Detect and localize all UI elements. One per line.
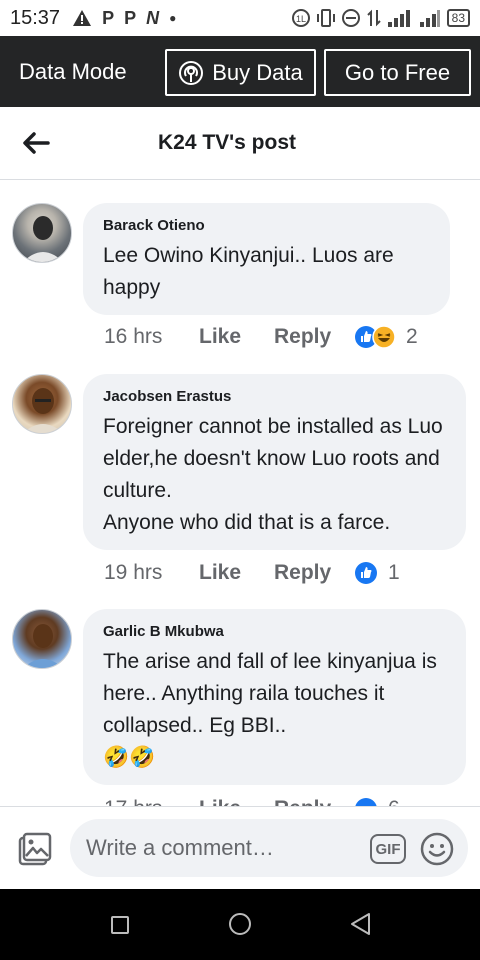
comment-bubble[interactable]: Barack Otieno Lee Owino Kinyanjui.. Luos… xyxy=(83,203,450,315)
avatar[interactable] xyxy=(12,203,72,263)
battery-icon: 83 xyxy=(446,9,470,27)
comment-author[interactable]: Barack Otieno xyxy=(103,217,430,234)
notification-icons: P P N ● xyxy=(72,8,176,29)
dot-icon: ● xyxy=(169,11,177,25)
avatar[interactable] xyxy=(12,609,72,669)
reaction-count: 1 xyxy=(388,561,400,584)
comment-text: Lee Owino Kinyanjui.. Luos are happy xyxy=(103,244,394,299)
comment-meta: 19 hrs Like Reply 1 xyxy=(104,561,400,585)
data-transfer-icon xyxy=(366,9,381,27)
system-navigation-bar xyxy=(0,889,480,960)
like-reaction-icon xyxy=(355,798,377,806)
signal-icon xyxy=(419,10,440,27)
reactions[interactable]: 6 xyxy=(354,797,400,806)
data-mode-label: Data Mode xyxy=(19,58,127,84)
warning-icon xyxy=(73,10,92,26)
avatar-image xyxy=(23,624,63,668)
avatar-image xyxy=(23,216,63,262)
svg-text:1L: 1L xyxy=(296,14,306,24)
vibrate-icon xyxy=(316,9,335,27)
data-saver-icon: 1L xyxy=(291,9,310,27)
do-not-disturb-icon xyxy=(341,9,360,27)
go-to-free-button[interactable]: Go to Free xyxy=(324,49,471,96)
photo-icon[interactable] xyxy=(16,832,52,868)
status-time: 15:37 xyxy=(10,6,61,29)
back-icon[interactable] xyxy=(349,911,373,937)
comment-meta: 17 hrs Like Reply 6 xyxy=(104,797,400,806)
comment-text: Foreigner cannot be installed as Luo eld… xyxy=(103,415,443,534)
comment-bubble[interactable]: Garlic B Mkubwa The arise and fall of le… xyxy=(83,609,466,785)
haha-reaction-icon xyxy=(372,325,396,349)
comment-composer: Write a comment… GIF xyxy=(0,806,480,889)
p-icon: P xyxy=(102,7,115,28)
comment-time[interactable]: 19 hrs xyxy=(104,561,199,585)
comment-input[interactable]: Write a comment… GIF xyxy=(70,819,468,877)
rolling-laughing-emojis: 🤣🤣 xyxy=(103,746,156,769)
buy-data-label: Buy Data xyxy=(212,59,303,85)
gif-icon[interactable]: GIF xyxy=(370,834,406,864)
comment-text-body: The arise and fall of lee kinyanjua is h… xyxy=(103,650,437,737)
comments-list[interactable]: Reply Barack Otieno Lee Owino Kinyanjui.… xyxy=(0,181,480,806)
like-button[interactable]: Like xyxy=(199,325,274,349)
reaction-count: 2 xyxy=(406,325,418,348)
reply-button[interactable]: Reply xyxy=(274,561,354,585)
reply-button[interactable]: Reply xyxy=(274,797,354,806)
status-bar: 15:37 P P N ● 1L 83 xyxy=(0,0,480,36)
comment-bubble[interactable]: Jacobsen Erastus Foreigner cannot be ins… xyxy=(83,374,466,550)
comment-time[interactable]: 16 hrs xyxy=(104,325,199,349)
buy-data-button[interactable]: Buy Data xyxy=(165,49,316,96)
reaction-count: 6 xyxy=(388,797,400,806)
like-reaction-icon xyxy=(355,562,377,584)
reactions[interactable]: 1 xyxy=(354,561,400,585)
system-status-icons: 1L 83 xyxy=(291,8,470,28)
recent-apps-icon[interactable] xyxy=(111,916,129,934)
avatar-image xyxy=(23,388,63,433)
like-button[interactable]: Like xyxy=(199,561,274,585)
page-title: K24 TV's post xyxy=(157,131,297,154)
n-icon: N xyxy=(146,7,160,28)
go-to-free-label: Go to Free xyxy=(344,59,451,85)
data-mode-bar: Data Mode Buy Data Go to Free xyxy=(0,36,480,107)
comment-time[interactable]: 17 hrs xyxy=(104,797,199,806)
home-icon[interactable] xyxy=(229,913,251,935)
like-button[interactable]: Like xyxy=(199,797,274,806)
comment-author[interactable]: Jacobsen Erastus xyxy=(103,388,446,405)
avatar[interactable] xyxy=(12,374,72,434)
comment-author[interactable]: Garlic B Mkubwa xyxy=(103,623,446,640)
reactions[interactable]: 2 xyxy=(354,325,418,349)
emoji-icon[interactable] xyxy=(420,832,454,866)
comment-input-placeholder: Write a comment… xyxy=(86,835,274,860)
reply-button[interactable]: Reply xyxy=(274,325,354,349)
comment-text: The arise and fall of lee kinyanjua is h… xyxy=(103,646,446,774)
p-icon: P xyxy=(124,7,137,28)
broadcast-icon xyxy=(179,60,204,85)
signal-icon xyxy=(387,10,410,27)
post-header: K24 TV's post xyxy=(0,107,480,180)
comment-meta: 16 hrs Like Reply 2 xyxy=(104,325,418,349)
